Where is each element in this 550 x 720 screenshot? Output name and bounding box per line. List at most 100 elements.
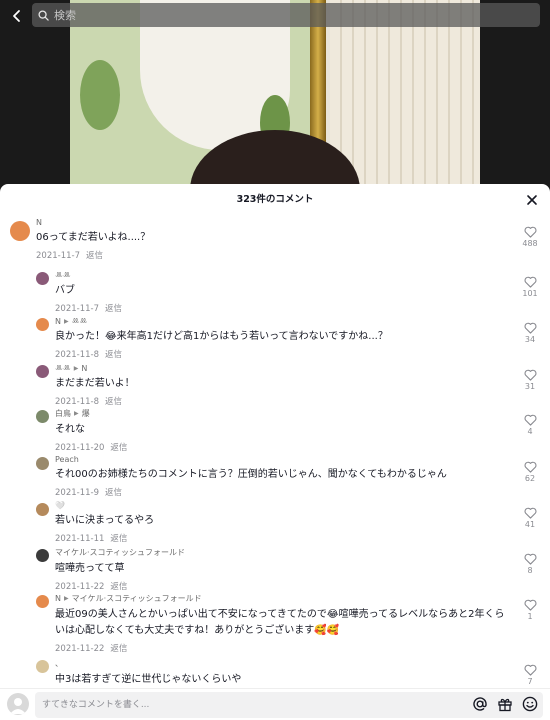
comment-date: 2021-11-20: [55, 443, 105, 453]
reply-to-username[interactable]: マイケル·スコティッシュフォールド: [72, 593, 202, 604]
reply-button[interactable]: 返信: [110, 582, 127, 592]
avatar[interactable]: [36, 318, 49, 331]
avatar[interactable]: [36, 457, 49, 470]
username[interactable]: N: [55, 594, 61, 603]
reply-to-username[interactable]: 爆: [82, 408, 90, 419]
comment-text: 06ってまだ若いよね....？: [36, 232, 151, 243]
comment-meta: 2021-11-9 返信: [55, 486, 505, 498]
comment-list[interactable]: N 06ってまだ若いよね....？ 2021-11-7 返信 488 ꔛꔛ バブ 2021-1…: [0, 218, 550, 692]
avatar[interactable]: [36, 365, 49, 378]
like-button[interactable]: 7: [518, 664, 542, 686]
comment-input-box[interactable]: [35, 692, 543, 718]
username[interactable]: N: [55, 317, 61, 326]
username-line: N: [36, 218, 505, 227]
comment-meta: 2021-11-22 返信: [55, 580, 505, 592]
comments-header: 323件のコメント: [0, 184, 550, 212]
avatar[interactable]: [36, 410, 49, 423]
comment-date: 2021-11-11: [55, 534, 105, 544]
comment-body: マイケル·スコティッシュフォールド 喧嘩売ってて草 2021-11-22 返信: [55, 547, 505, 592]
reply-arrow-icon: ▶: [73, 364, 79, 372]
comment-meta: 2021-11-11 返信: [55, 532, 505, 544]
comment-date: 2021-11-22: [55, 582, 105, 592]
like-count: 31: [524, 382, 536, 391]
reply-button[interactable]: 返信: [105, 350, 122, 360]
like-button[interactable]: 488: [518, 226, 542, 248]
avatar[interactable]: [36, 595, 49, 608]
avatar[interactable]: [10, 221, 30, 241]
avatar[interactable]: [36, 549, 49, 562]
emoji-icon[interactable]: [522, 696, 538, 712]
username[interactable]: ꔛꔛ: [55, 363, 71, 373]
comment-date: 2021-11-8: [55, 397, 99, 407]
search-input[interactable]: 検索: [32, 3, 540, 27]
username-line: ꔛꔛ: [55, 270, 505, 280]
username[interactable]: 白鳥: [55, 408, 71, 419]
comment-text: 最近09の美人さんとかいっぱい出て不安になってきてたので😂喧嘩売ってるレベルなら…: [55, 609, 505, 636]
comment-date: 2021-11-7: [36, 251, 80, 261]
leaf-shape: [80, 60, 120, 130]
reply-to-username[interactable]: N: [81, 364, 87, 373]
username[interactable]: N: [36, 218, 42, 227]
comment-body: 、中3は若すぎて逆に世代じゃないくらいや: [55, 658, 505, 688]
username[interactable]: 、: [55, 658, 63, 669]
username[interactable]: 🤍: [55, 501, 65, 510]
username[interactable]: ꔛꔛ: [55, 270, 71, 280]
reply-button[interactable]: 返信: [86, 251, 103, 261]
username-line: N ▶ マイケル·スコティッシュフォールド: [55, 593, 505, 604]
like-button[interactable]: 1: [518, 599, 542, 621]
comment-body: ꔛꔛ ▶ N まだまだ若いよ！ 2021-11-8 返信: [55, 363, 505, 407]
comment-meta: 2021-11-8 返信: [55, 395, 505, 407]
reply-button[interactable]: 返信: [110, 443, 127, 453]
comment-body: N ▶ マイケル·スコティッシュフォールド最近09の美人さんとかいっぱい出て不安にな…: [55, 593, 505, 654]
search-placeholder: 検索: [54, 9, 76, 22]
username-line: 、: [55, 658, 505, 669]
heart-icon: [518, 664, 542, 676]
avatar[interactable]: [36, 660, 49, 673]
like-button[interactable]: 41: [518, 507, 542, 529]
heart-icon: [518, 369, 542, 381]
comment-text: 喧嘩売ってて草: [55, 563, 125, 574]
heart-icon: [518, 276, 542, 288]
avatar[interactable]: [36, 503, 49, 516]
close-icon[interactable]: [526, 191, 540, 205]
like-count: 488: [522, 239, 538, 248]
reply-button[interactable]: 返信: [105, 304, 122, 314]
comment-meta: 2021-11-8 返信: [55, 348, 505, 360]
comment-date: 2021-11-9: [55, 488, 99, 498]
reply-button[interactable]: 返信: [110, 644, 127, 654]
gift-icon[interactable]: [497, 696, 513, 712]
reply-to-username[interactable]: ꔛꔛ: [72, 316, 88, 326]
like-count: 8: [527, 566, 533, 575]
username-line: 白鳥 ▶ 爆: [55, 408, 505, 419]
username[interactable]: Peach: [55, 455, 79, 464]
comment-input[interactable]: [35, 692, 435, 718]
back-arrow-icon[interactable]: [2, 1, 32, 31]
comment-text: それ00のお姉様たちのコメントに言う？圧倒的若いじゃん、聞かなくてもわかるじゃん: [55, 469, 447, 480]
search-icon: [38, 6, 49, 25]
comment-body: ꔛꔛ バブ 2021-11-7 返信: [55, 270, 505, 314]
reply-button[interactable]: 返信: [105, 397, 122, 407]
comment-body: Peach それ00のお姉様たちのコメントに言う？圧倒的若いじゃん、聞かなくてもわ…: [55, 455, 505, 498]
heart-icon: [518, 322, 542, 334]
heart-icon: [518, 507, 542, 519]
at-icon[interactable]: [472, 696, 488, 712]
comment-body: 🤍 若いに決まってるやろ 2021-11-11 返信: [55, 501, 505, 544]
like-button[interactable]: 62: [518, 461, 542, 483]
reply-button[interactable]: 返信: [110, 534, 127, 544]
reply-button[interactable]: 返信: [105, 488, 122, 498]
like-button[interactable]: 101: [518, 276, 542, 298]
like-count: 4: [527, 427, 533, 436]
comment-text: 良かった！😂来年高1だけど高1からはもう若いって言わないですかね...？: [55, 331, 388, 342]
like-button[interactable]: 31: [518, 369, 542, 391]
heart-icon: [518, 461, 542, 473]
comment-date: 2021-11-7: [55, 304, 99, 314]
comment-date: 2021-11-8: [55, 350, 99, 360]
comments-title: 323件のコメント: [236, 194, 314, 205]
like-button[interactable]: 4: [518, 414, 542, 436]
heart-icon: [518, 553, 542, 565]
like-button[interactable]: 8: [518, 553, 542, 575]
like-button[interactable]: 34: [518, 322, 542, 344]
username[interactable]: マイケル·スコティッシュフォールド: [55, 547, 185, 558]
avatar[interactable]: [36, 272, 49, 285]
like-count: 62: [524, 474, 536, 483]
